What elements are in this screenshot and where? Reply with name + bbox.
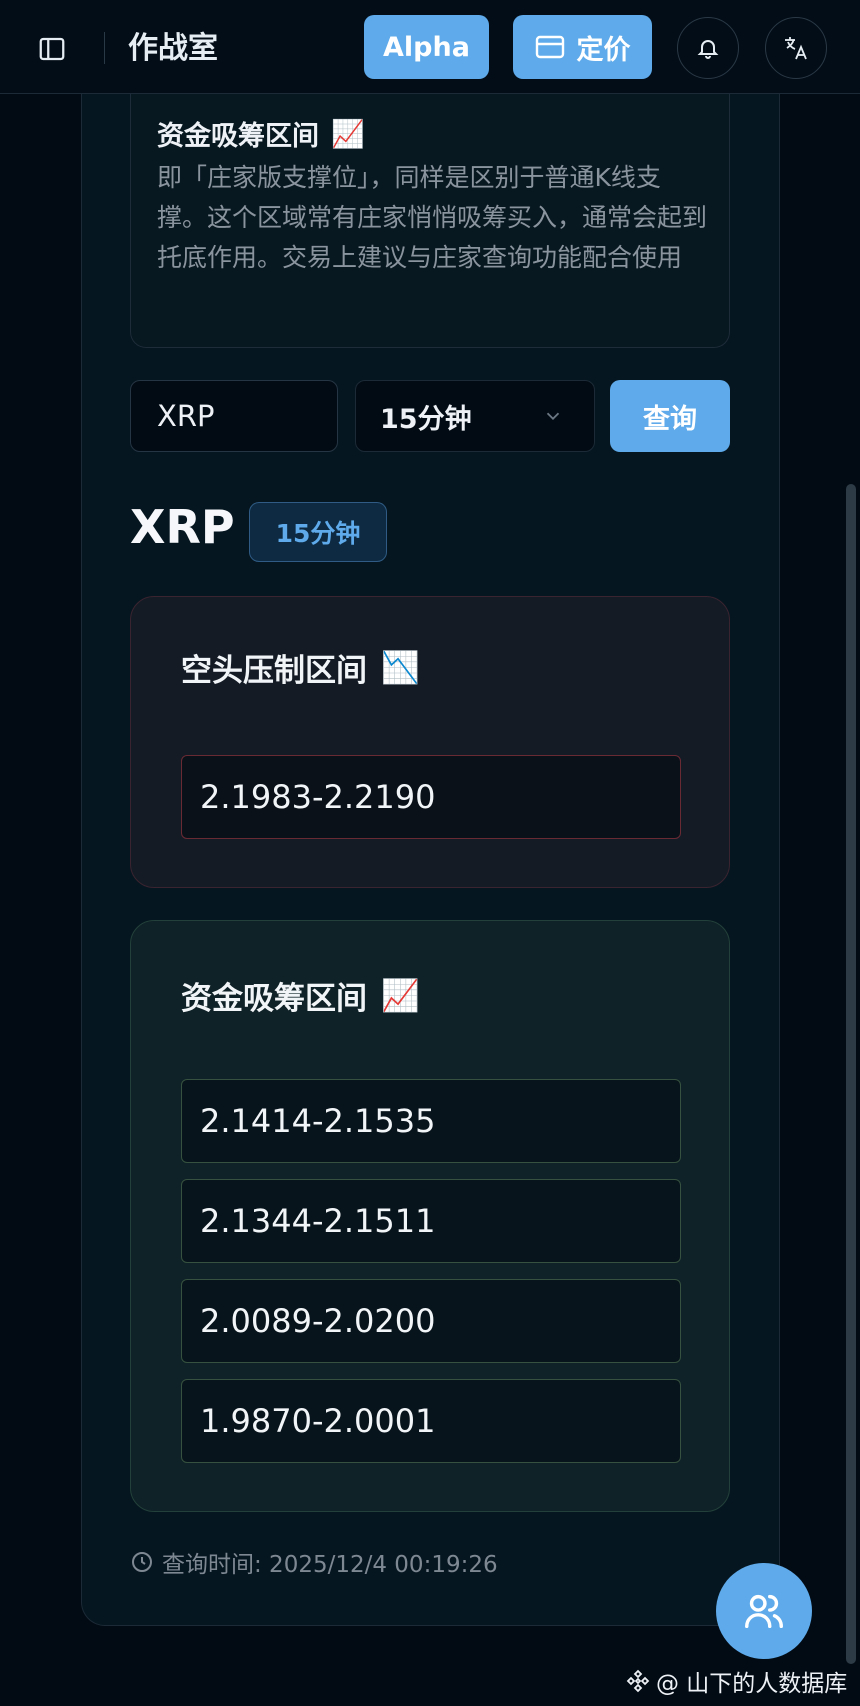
chevron-down-icon bbox=[546, 412, 560, 421]
accumulation-range-item: 1.9870-2.0001 bbox=[181, 1379, 681, 1463]
binance-logo-icon bbox=[626, 1669, 650, 1693]
notifications-button[interactable] bbox=[677, 17, 739, 79]
page-title: 作战室 bbox=[128, 31, 218, 66]
pricing-button[interactable]: 定价 bbox=[513, 15, 652, 79]
interval-select-value: 15分钟 bbox=[380, 403, 472, 435]
interval-select[interactable]: 15分钟 bbox=[355, 380, 595, 452]
users-icon bbox=[745, 1594, 783, 1629]
sidebar-toggle-button[interactable] bbox=[30, 27, 74, 71]
watermark: @ 山下的人数据库 bbox=[626, 1664, 847, 1698]
chart-down-emoji-icon: 📉 bbox=[381, 650, 420, 686]
interval-badge: 15分钟 bbox=[249, 502, 387, 562]
chart-up-emoji-icon: 📈 bbox=[381, 978, 420, 1014]
info-title: 资金吸筹区间 📈 bbox=[157, 114, 365, 153]
chart-up-emoji-icon: 📈 bbox=[331, 118, 365, 150]
accumulation-title-text: 资金吸筹区间 bbox=[181, 981, 367, 1017]
alpha-button-label: Alpha bbox=[383, 31, 470, 63]
short-pressure-card: 空头压制区间 📉 2.1983-2.2190 bbox=[130, 596, 730, 888]
language-button[interactable] bbox=[765, 17, 827, 79]
header-divider bbox=[104, 32, 105, 64]
query-button[interactable]: 查询 bbox=[610, 380, 730, 452]
symbol-input[interactable] bbox=[130, 380, 338, 452]
clock-icon bbox=[132, 1552, 152, 1572]
query-timestamp-text: 查询时间: 2025/12/4 00:19:26 bbox=[162, 1552, 498, 1578]
sidebar-toggle-icon bbox=[39, 37, 65, 61]
short-pressure-title-text: 空头压制区间 bbox=[181, 653, 367, 689]
community-button[interactable] bbox=[716, 1563, 812, 1659]
info-card: 资金吸筹区间 📈 即「庄家版支撑位」，同样是区别于普通K线支撑。这个区域常有庄家… bbox=[130, 94, 730, 348]
info-title-text: 资金吸筹区间 bbox=[157, 121, 319, 152]
accumulation-card: 资金吸筹区间 📈 2.1414-2.1535 2.1344-2.1511 2.0… bbox=[130, 920, 730, 1512]
credit-card-icon bbox=[535, 35, 564, 59]
query-timestamp: 查询时间: 2025/12/4 00:19:26 bbox=[130, 1545, 498, 1579]
accumulation-range-item: 2.1344-2.1511 bbox=[181, 1179, 681, 1263]
page: 作战室 Alpha 定价 资金吸筹区间 📈 即「庄家版支撑位」，同样是区别于普通… bbox=[0, 0, 860, 1706]
accumulation-title: 资金吸筹区间 📈 bbox=[181, 973, 420, 1018]
scrollbar-thumb[interactable] bbox=[846, 484, 856, 1664]
short-range-item: 2.1983-2.2190 bbox=[181, 755, 681, 839]
bell-icon bbox=[697, 40, 719, 59]
pricing-button-label: 定价 bbox=[576, 34, 631, 66]
short-pressure-title: 空头压制区间 📉 bbox=[181, 645, 420, 690]
translate-icon bbox=[785, 37, 807, 60]
accumulation-range-item: 2.1414-2.1535 bbox=[181, 1079, 681, 1163]
accumulation-range-item: 2.0089-2.0200 bbox=[181, 1279, 681, 1363]
alpha-button[interactable]: Alpha bbox=[364, 15, 489, 79]
result-symbol: XRP bbox=[130, 500, 235, 554]
watermark-text: @ 山下的人数据库 bbox=[656, 1671, 848, 1697]
query-button-label: 查询 bbox=[643, 403, 697, 435]
header-bar: 作战室 Alpha 定价 bbox=[0, 0, 860, 94]
info-description: 即「庄家版支撑位」，同样是区别于普通K线支撑。这个区域常有庄家悄悄吸筹买入，通常… bbox=[157, 163, 708, 272]
